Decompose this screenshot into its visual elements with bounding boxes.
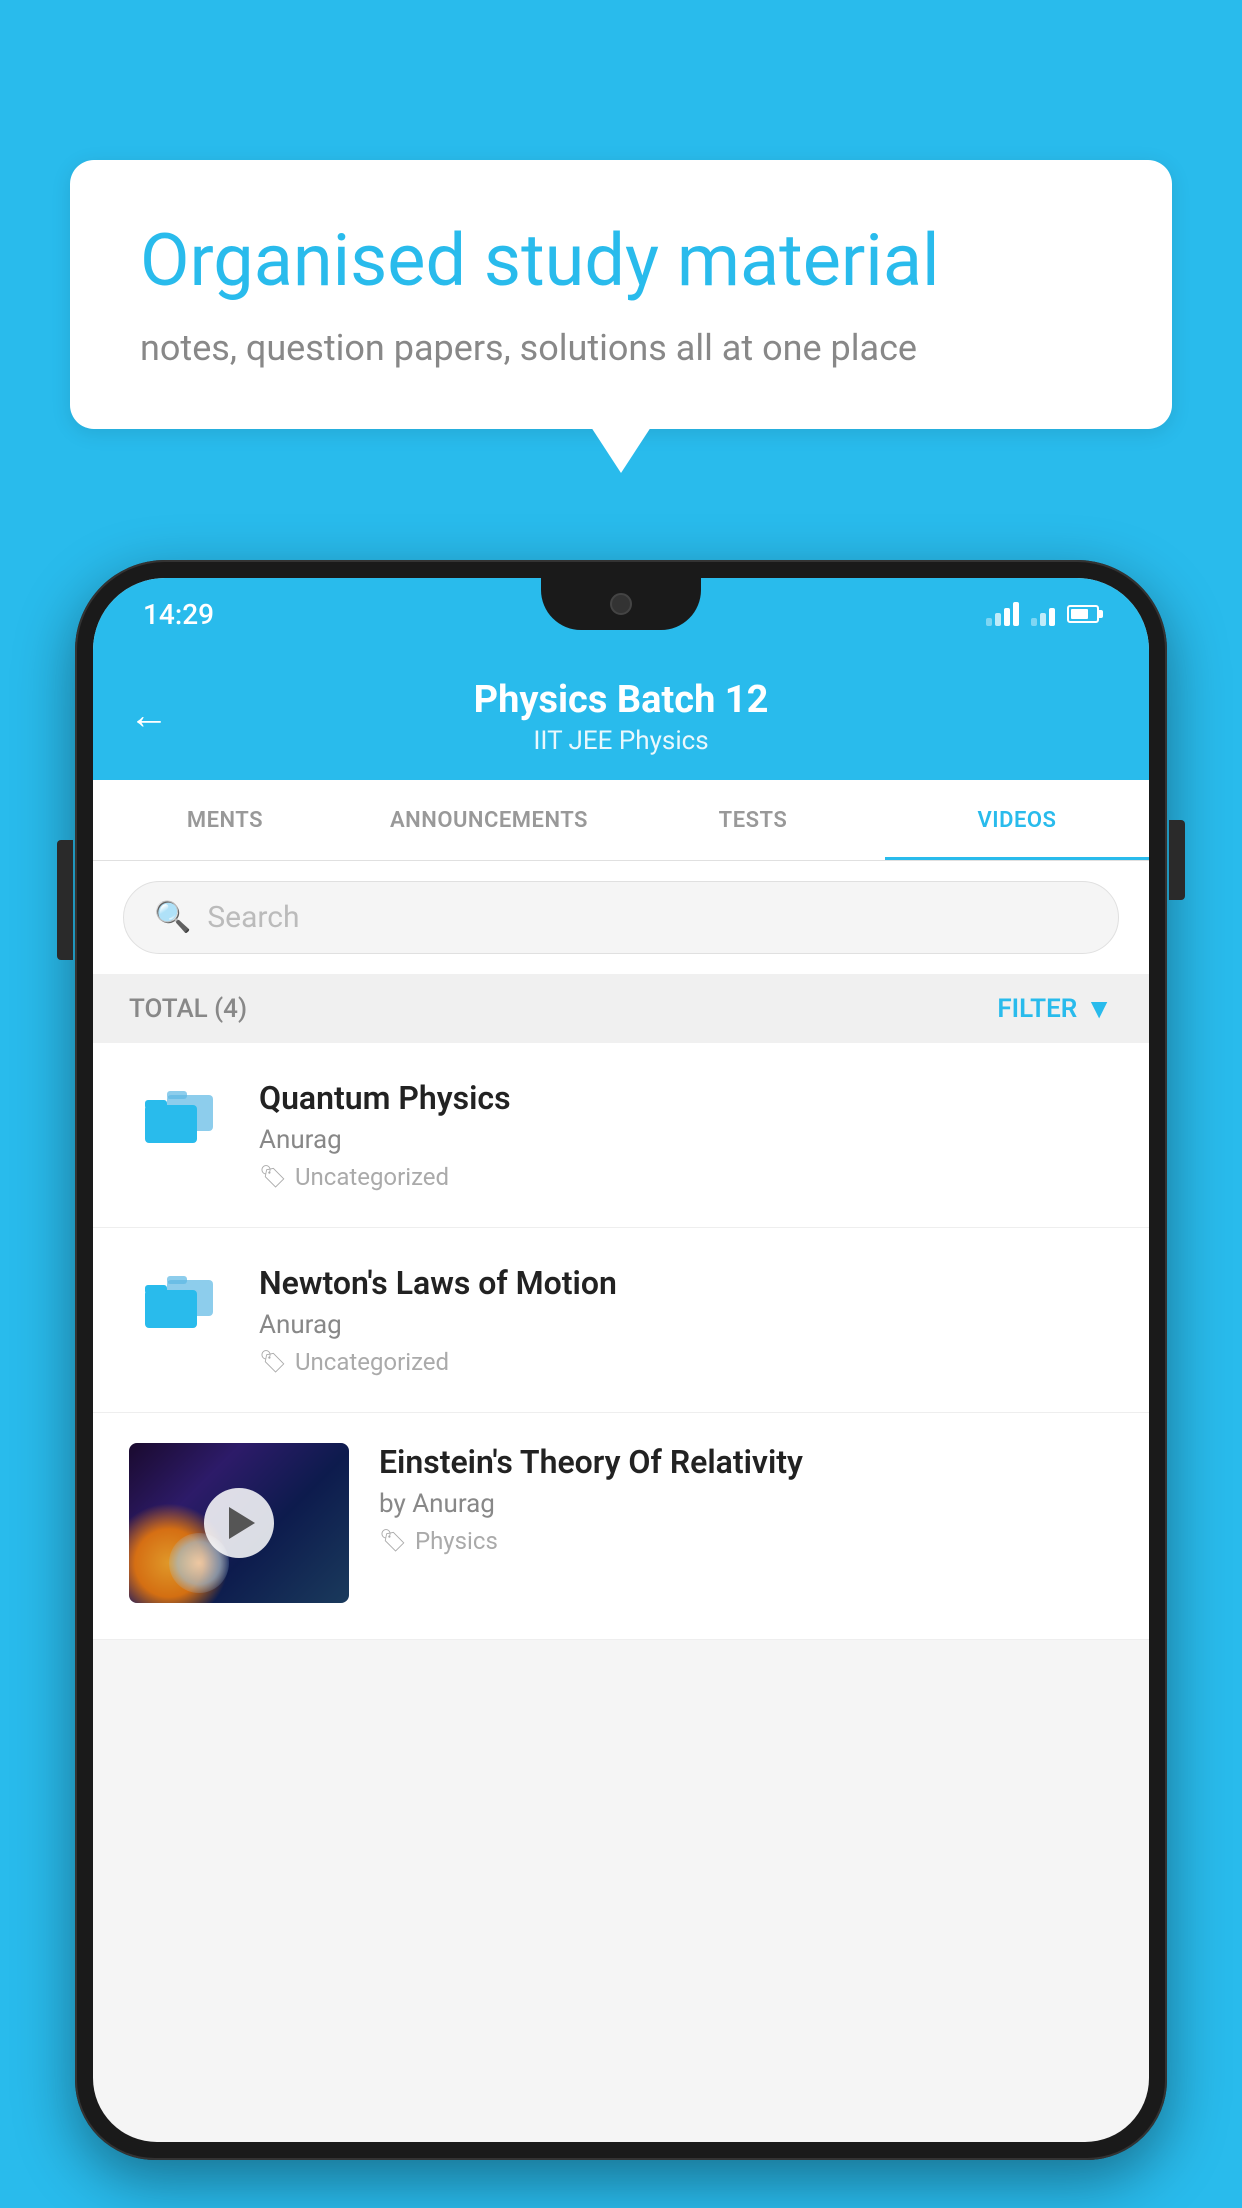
video-author: Anurag [259, 1310, 1113, 1340]
header-subtitle: IIT JEE Physics [133, 726, 1109, 756]
back-button[interactable]: ← [129, 692, 169, 739]
tag-icon: 🏷 [259, 1165, 287, 1190]
notch [541, 578, 701, 630]
tab-videos[interactable]: VIDEOS [885, 780, 1149, 860]
video-title: Quantum Physics [259, 1079, 1113, 1117]
app-header: ← Physics Batch 12 IIT JEE Physics [93, 650, 1149, 780]
phone-frame: 14:29 [75, 560, 1167, 2208]
tab-announcements[interactable]: ANNOUNCEMENTS [357, 780, 621, 860]
speech-bubble-container: Organised study material notes, question… [70, 160, 1172, 429]
search-bar[interactable]: 🔍 Search [123, 881, 1119, 954]
tab-ments[interactable]: MENTS [93, 780, 357, 860]
status-bar: 14:29 [93, 578, 1149, 650]
tag-label: Physics [415, 1527, 498, 1555]
folder-icon [139, 1272, 219, 1342]
tag-label: Uncategorized [295, 1348, 449, 1376]
list-item[interactable]: Quantum Physics Anurag 🏷 Uncategorized [93, 1043, 1149, 1228]
list-item[interactable]: Einstein's Theory Of Relativity by Anura… [93, 1413, 1149, 1640]
tab-tests[interactable]: TESTS [621, 780, 885, 860]
total-count: TOTAL (4) [129, 994, 247, 1024]
search-container: 🔍 Search [93, 861, 1149, 974]
battery-icon [1067, 605, 1099, 623]
header-title: Physics Batch 12 [133, 678, 1109, 722]
filter-row: TOTAL (4) FILTER ▼ [93, 974, 1149, 1043]
phone-screen: 14:29 [93, 578, 1149, 2142]
play-icon [229, 1507, 255, 1539]
camera-dot [610, 593, 632, 615]
video-title: Einstein's Theory Of Relativity [379, 1443, 1113, 1481]
filter-label: FILTER [997, 994, 1077, 1024]
bubble-title: Organised study material [140, 220, 1102, 303]
folder-icon-wrap [129, 1079, 229, 1157]
tag-icon: 🏷 [379, 1529, 407, 1554]
video-tag: 🏷 Physics [379, 1527, 1113, 1555]
search-placeholder: Search [207, 900, 299, 935]
play-button-overlay [129, 1443, 349, 1603]
video-title: Newton's Laws of Motion [259, 1264, 1113, 1302]
video-info: Quantum Physics Anurag 🏷 Uncategorized [259, 1079, 1113, 1191]
video-tag: 🏷 Uncategorized [259, 1348, 1113, 1376]
tag-icon: 🏷 [259, 1350, 287, 1375]
bubble-subtitle: notes, question papers, solutions all at… [140, 327, 1102, 369]
list-item[interactable]: Newton's Laws of Motion Anurag 🏷 Uncateg… [93, 1228, 1149, 1413]
filter-button[interactable]: FILTER ▼ [997, 992, 1113, 1025]
tabs-bar: MENTS ANNOUNCEMENTS TESTS VIDEOS [93, 780, 1149, 861]
video-list: Quantum Physics Anurag 🏷 Uncategorized [93, 1043, 1149, 1640]
video-author: by Anurag [379, 1489, 1113, 1519]
video-info: Einstein's Theory Of Relativity by Anura… [379, 1443, 1113, 1555]
wifi-icon [986, 602, 1019, 626]
video-info: Newton's Laws of Motion Anurag 🏷 Uncateg… [259, 1264, 1113, 1376]
signal-icon [1031, 602, 1055, 626]
status-icons [986, 602, 1099, 626]
tag-label: Uncategorized [295, 1163, 449, 1191]
folder-icon-wrap [129, 1264, 229, 1342]
video-thumbnail [129, 1443, 349, 1603]
video-tag: 🏷 Uncategorized [259, 1163, 1113, 1191]
filter-icon: ▼ [1085, 992, 1113, 1025]
phone-outer: 14:29 [75, 560, 1167, 2160]
search-icon: 🔍 [154, 900, 191, 935]
play-circle [204, 1488, 274, 1558]
video-author: Anurag [259, 1125, 1113, 1155]
folder-icon [139, 1087, 219, 1157]
status-time: 14:29 [143, 598, 214, 631]
speech-bubble: Organised study material notes, question… [70, 160, 1172, 429]
